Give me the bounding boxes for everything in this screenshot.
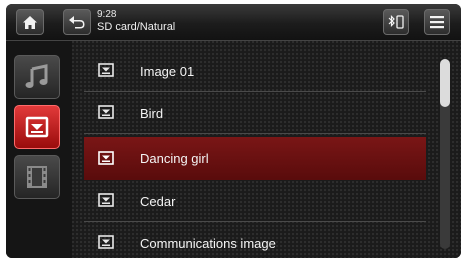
status-bar: 9:28 SD card/Natural <box>6 4 461 41</box>
image-file-icon <box>98 151 114 165</box>
scrollbar-thumb[interactable] <box>440 59 450 107</box>
list-item[interactable]: Bird <box>84 93 426 134</box>
bluetooth-icon <box>388 15 404 29</box>
photo-icon <box>25 116 49 138</box>
list-item-label: Communications image <box>140 236 276 251</box>
image-file-icon <box>98 105 114 119</box>
sidebar <box>6 41 72 258</box>
home-icon <box>23 15 37 29</box>
list-item-selected[interactable]: Dancing girl <box>84 137 426 180</box>
sidebar-item-music[interactable] <box>14 55 60 99</box>
file-list: Image 01 Bird Dancing girl Cedar Communi… <box>72 41 461 258</box>
list-item[interactable]: Image 01 <box>84 51 426 92</box>
music-note-icon <box>25 64 48 88</box>
sidebar-item-photos[interactable] <box>14 105 60 149</box>
list-item-label: Bird <box>140 105 164 121</box>
list-item[interactable]: Cedar <box>84 181 426 222</box>
sidebar-item-videos[interactable] <box>14 155 60 199</box>
menu-button[interactable] <box>424 9 450 35</box>
list-item-label: Dancing girl <box>140 150 209 166</box>
image-file-icon <box>98 235 114 249</box>
menu-icon <box>430 16 444 29</box>
image-file-icon <box>98 63 114 77</box>
home-button[interactable] <box>16 9 44 35</box>
back-icon <box>69 16 85 29</box>
list-item[interactable]: Communications image <box>84 223 426 258</box>
breadcrumb-path: SD card/Natural <box>97 21 176 33</box>
film-icon <box>27 166 47 188</box>
image-file-icon <box>98 193 114 207</box>
device-screen: 9:28 SD card/Natural Image 01 Bird Danci… <box>6 4 461 258</box>
bluetooth-button[interactable] <box>383 9 409 35</box>
clock-time: 9:28 <box>97 9 117 20</box>
list-item-label: Cedar <box>140 193 176 209</box>
back-button[interactable] <box>63 9 91 35</box>
list-item-label: Image 01 <box>140 63 195 79</box>
